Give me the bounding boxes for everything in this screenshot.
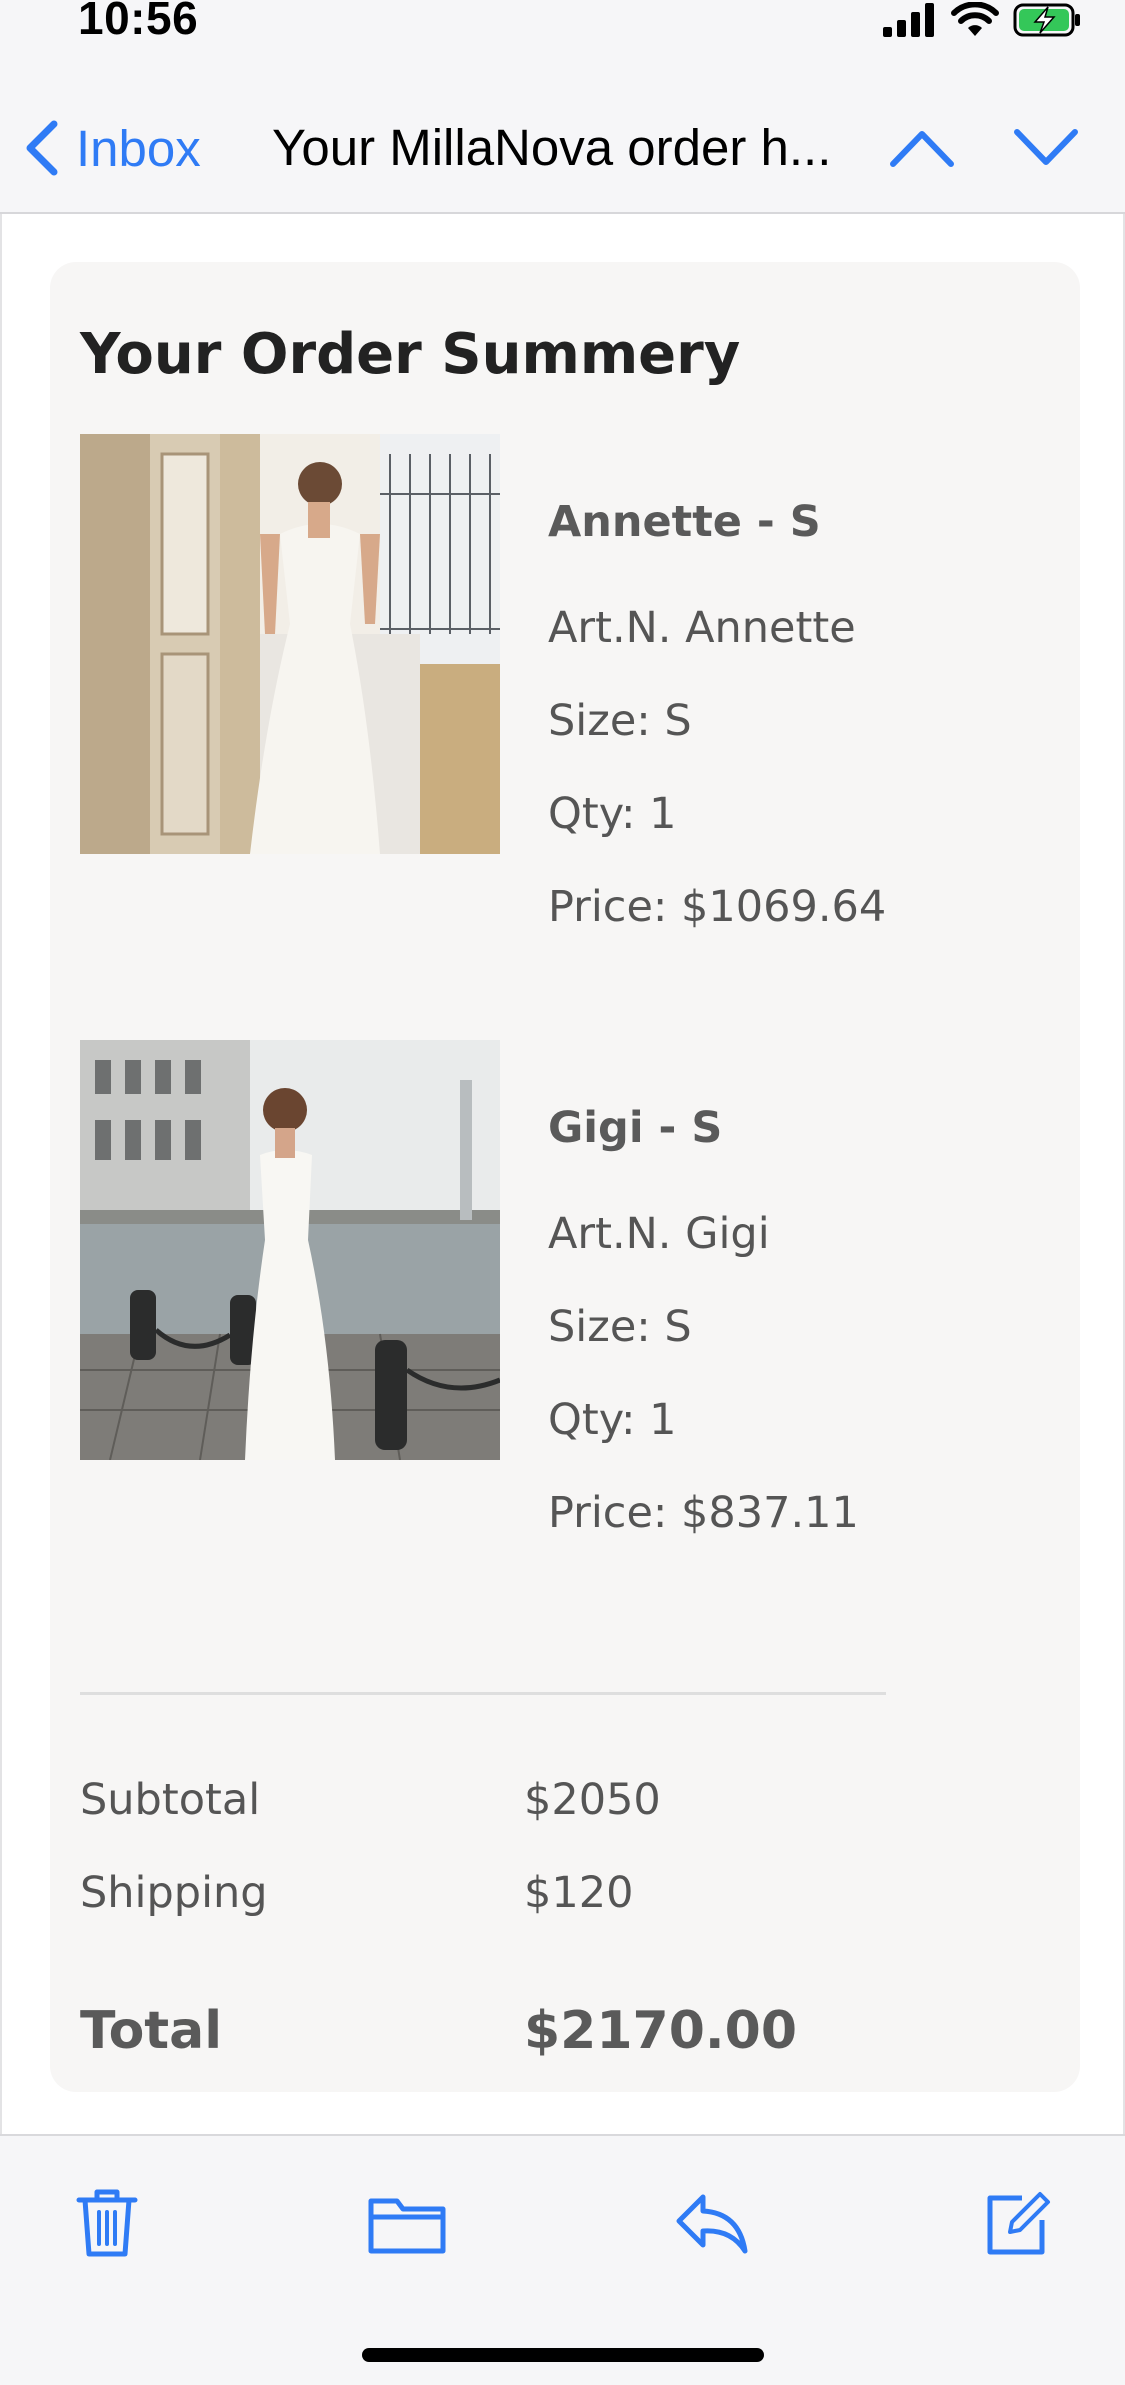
item-article: Art.N. Annette: [548, 603, 856, 653]
battery-charging-icon: [1013, 3, 1080, 37]
next-message-button[interactable]: [1010, 122, 1082, 174]
status-icons: [883, 2, 1083, 38]
summary-divider: [80, 1692, 886, 1695]
product-image-gigi[interactable]: [80, 1040, 500, 1460]
move-to-folder-button[interactable]: [362, 2178, 452, 2268]
reply-button[interactable]: [666, 2178, 756, 2268]
shipping-row: Shipping $120: [80, 1858, 1040, 1928]
signal-icon: [883, 3, 934, 37]
product-image-annette[interactable]: [80, 434, 500, 854]
message-body[interactable]: Your Order Summery Annette - S Art.N. An…: [0, 214, 1125, 2134]
item-details: Annette - S Art.N. Annette Size: S Qty: …: [548, 492, 886, 954]
chevron-left-icon: [26, 120, 58, 176]
item-details: Gigi - S Art.N. Gigi Size: S Qty: 1 Pric…: [548, 1098, 859, 1560]
item-article: Art.N. Gigi: [548, 1209, 770, 1259]
item-size: Size: S: [548, 1302, 692, 1352]
item-price: Price: $837.11: [548, 1488, 859, 1538]
reply-icon: [676, 2194, 748, 2254]
total-row: Total $2170.00: [80, 1996, 1040, 2066]
total-label: Total: [80, 2001, 223, 2061]
order-summary-card: Your Order Summery Annette - S Art.N. An…: [50, 262, 1080, 2092]
chevron-down-icon: [1014, 129, 1078, 165]
shipping-value: $120: [524, 1868, 634, 1918]
wifi-icon: [951, 2, 999, 36]
total-value: $2170.00: [524, 2001, 798, 2061]
back-button-label: Inbox: [76, 119, 201, 177]
trash-icon: [76, 2189, 138, 2257]
item-price: Price: $1069.64: [548, 882, 887, 932]
shipping-label: Shipping: [80, 1868, 268, 1918]
compose-icon: [987, 2192, 1050, 2255]
subtotal-row: Subtotal $2050: [80, 1765, 1040, 1835]
item-name: Annette - S: [548, 497, 821, 547]
item-size: Size: S: [548, 696, 692, 746]
home-indicator: [362, 2348, 764, 2362]
navigation-bar: Inbox Your MillaNova order h...: [0, 100, 1125, 214]
trash-button[interactable]: [62, 2178, 152, 2268]
order-summary-title: Your Order Summery: [80, 322, 741, 387]
subtotal-label: Subtotal: [80, 1775, 261, 1825]
compose-button[interactable]: [972, 2178, 1062, 2268]
item-quantity: Qty: 1: [548, 1395, 677, 1445]
back-to-inbox-button[interactable]: Inbox: [24, 118, 201, 178]
previous-message-button[interactable]: [886, 122, 958, 174]
folder-icon: [368, 2198, 446, 2254]
item-quantity: Qty: 1: [548, 789, 677, 839]
message-subject: Your MillaNova order h...: [272, 119, 832, 176]
item-name: Gigi - S: [548, 1103, 723, 1153]
mail-screen: 10:56 Inbox Your MillaNova order h... Yo…: [0, 0, 1125, 2385]
chevron-up-icon: [890, 131, 954, 167]
status-time: 10:56: [78, 0, 199, 44]
subtotal-value: $2050: [524, 1775, 661, 1825]
